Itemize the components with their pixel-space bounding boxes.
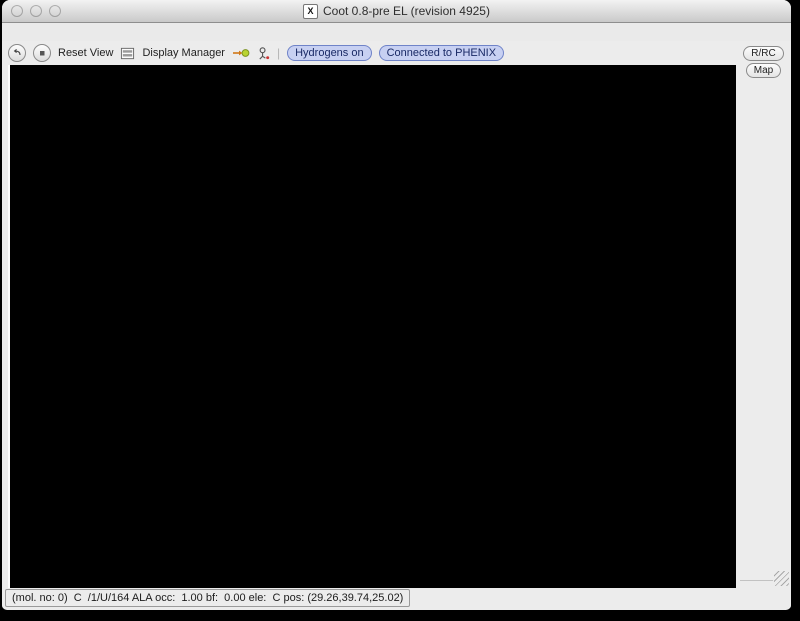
reset-view-button[interactable]: Reset View: [58, 47, 113, 59]
go-to-atom-icon[interactable]: [232, 46, 250, 60]
window-title-text: Coot 0.8-pre EL (revision 4925): [323, 4, 490, 18]
toolbar-back-button[interactable]: [8, 44, 26, 62]
coot-window: X Coot 0.8-pre EL (revision 4925) Reset …: [2, 0, 791, 610]
rotate-recentre-toggle-button[interactable]: R/RC: [743, 46, 783, 61]
phenix-connection-button[interactable]: Connected to PHENIX: [379, 45, 504, 61]
graphics-canvas[interactable]: [8, 65, 736, 588]
status-text: (mol. no: 0) C /1/U/164 ALA occ: 1.00 bf…: [5, 589, 410, 607]
resize-grip[interactable]: [774, 571, 789, 586]
toolbar-separator: |: [277, 46, 280, 60]
display-manager-button[interactable]: Display Manager: [142, 47, 225, 59]
close-button[interactable]: [11, 5, 23, 17]
modelling-tool-strip: [736, 83, 791, 588]
zoom-button[interactable]: [49, 5, 61, 17]
window-title: X Coot 0.8-pre EL (revision 4925): [303, 4, 490, 19]
main-toolbar: Reset View Display Manager | Hydrogens o…: [2, 41, 736, 65]
square-icon: [37, 48, 47, 58]
hydrogens-toggle-button[interactable]: Hydrogens on: [287, 45, 372, 61]
title-bar[interactable]: X Coot 0.8-pre EL (revision 4925): [2, 0, 791, 23]
right-panel: R/RC Map: [736, 41, 791, 588]
go-to-ligand-icon[interactable]: [257, 46, 270, 61]
panel-divider: [740, 580, 773, 581]
toolbar-stop-button[interactable]: [33, 44, 51, 62]
traffic-lights: [11, 5, 61, 17]
minimize-button[interactable]: [30, 5, 42, 17]
display-manager-icon[interactable]: [120, 46, 135, 61]
x11-app-icon: X: [303, 4, 318, 19]
status-bar: (mol. no: 0) C /1/U/164 ALA occ: 1.00 bf…: [2, 588, 791, 608]
map-button[interactable]: Map: [746, 63, 781, 78]
menu-bar: [2, 23, 791, 42]
curved-arrow-icon: [12, 48, 22, 58]
